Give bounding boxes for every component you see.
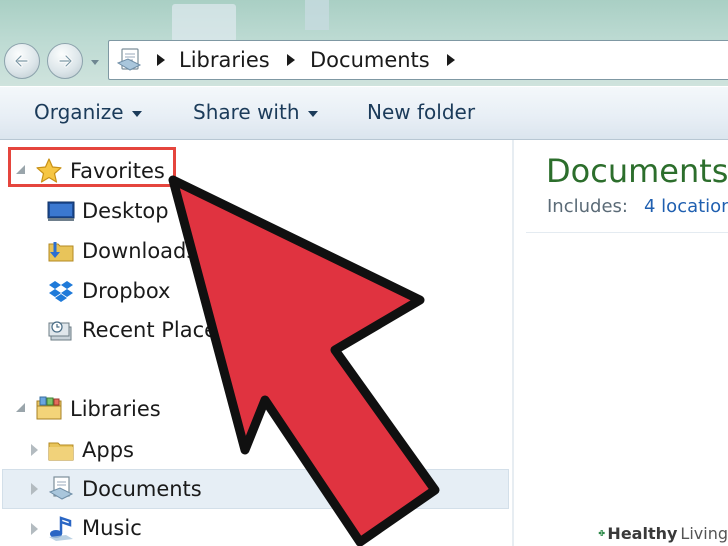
nav-item-downloads[interactable]: Downloads — [46, 233, 197, 269]
downloads-folder-icon — [48, 242, 74, 262]
favorites-highlight-box — [8, 147, 176, 187]
nav-item-recent-places[interactable]: Recent Places — [46, 312, 228, 348]
address-bar[interactable]: Libraries Documents — [108, 40, 728, 80]
blurred-background — [305, 0, 329, 30]
libraries-icon — [36, 396, 62, 420]
content-divider — [526, 232, 728, 233]
breadcrumb-libraries[interactable]: Libraries — [179, 47, 270, 73]
nav-item-label: Dropbox — [82, 279, 171, 303]
blurred-background — [172, 4, 236, 42]
window-titlebar: Libraries Documents — [0, 0, 728, 86]
watermark-living: Living — [680, 523, 728, 543]
expand-libraries-toggle[interactable] — [16, 403, 25, 412]
nav-item-label: Downloads — [82, 239, 198, 263]
nav-item-music[interactable]: Music — [46, 510, 142, 546]
library-includes-label: Includes: — [547, 196, 628, 217]
breadcrumb-documents[interactable]: Documents — [310, 47, 430, 73]
nav-item-apps[interactable]: Apps — [46, 432, 134, 468]
dropbox-icon — [49, 281, 73, 302]
forward-button[interactable] — [47, 43, 83, 79]
nav-item-dropbox[interactable]: Dropbox — [46, 273, 170, 309]
new-folder-button[interactable]: New folder — [367, 99, 475, 125]
nav-item-label: Recent Places — [82, 318, 229, 342]
command-bar: Organize Share with New folder — [0, 86, 728, 140]
documents-library-icon — [116, 48, 142, 71]
nav-item-label: Documents — [82, 477, 202, 501]
new-folder-label: New folder — [367, 100, 476, 124]
expand-documents-toggle[interactable] — [31, 483, 38, 495]
nav-item-label: Apps — [82, 438, 134, 462]
nav-item-documents[interactable]: Documents — [46, 471, 202, 507]
nav-item-desktop[interactable]: Desktop — [46, 193, 169, 229]
healthy-living-watermark: Healthy Living — [594, 520, 728, 546]
healthy-living-logo-icon — [598, 530, 605, 536]
nav-item-libraries[interactable]: Libraries — [34, 391, 161, 427]
breadcrumb-separator[interactable] — [157, 54, 165, 66]
arrow-left-icon — [14, 54, 29, 68]
arrow-right-icon — [58, 54, 73, 68]
nav-item-label: Libraries — [70, 397, 161, 421]
recent-pages-dropdown-icon[interactable] — [88, 55, 102, 69]
library-locations-link[interactable]: 4 locations — [644, 196, 728, 217]
organize-label: Organize — [34, 100, 124, 124]
desktop-icon — [47, 201, 75, 221]
library-title: Documents — [546, 152, 728, 190]
recent-places-icon — [48, 321, 72, 341]
organize-button[interactable]: Organize — [34, 99, 142, 125]
share-with-button[interactable]: Share with — [193, 99, 318, 125]
caret-down-icon — [131, 110, 142, 117]
caret-down-icon — [307, 110, 318, 117]
documents-icon — [48, 476, 74, 500]
back-button[interactable] — [4, 43, 40, 79]
expand-music-toggle[interactable] — [31, 523, 38, 535]
watermark-healthy: Healthy — [607, 523, 678, 543]
breadcrumb-separator[interactable] — [287, 54, 295, 66]
nav-item-label: Desktop — [82, 199, 169, 223]
nav-item-label: Music — [82, 516, 142, 540]
folder-icon — [48, 442, 74, 461]
share-with-label: Share with — [193, 100, 300, 124]
expand-apps-toggle[interactable] — [31, 444, 38, 456]
breadcrumb-separator[interactable] — [447, 54, 455, 66]
music-icon — [49, 516, 73, 541]
